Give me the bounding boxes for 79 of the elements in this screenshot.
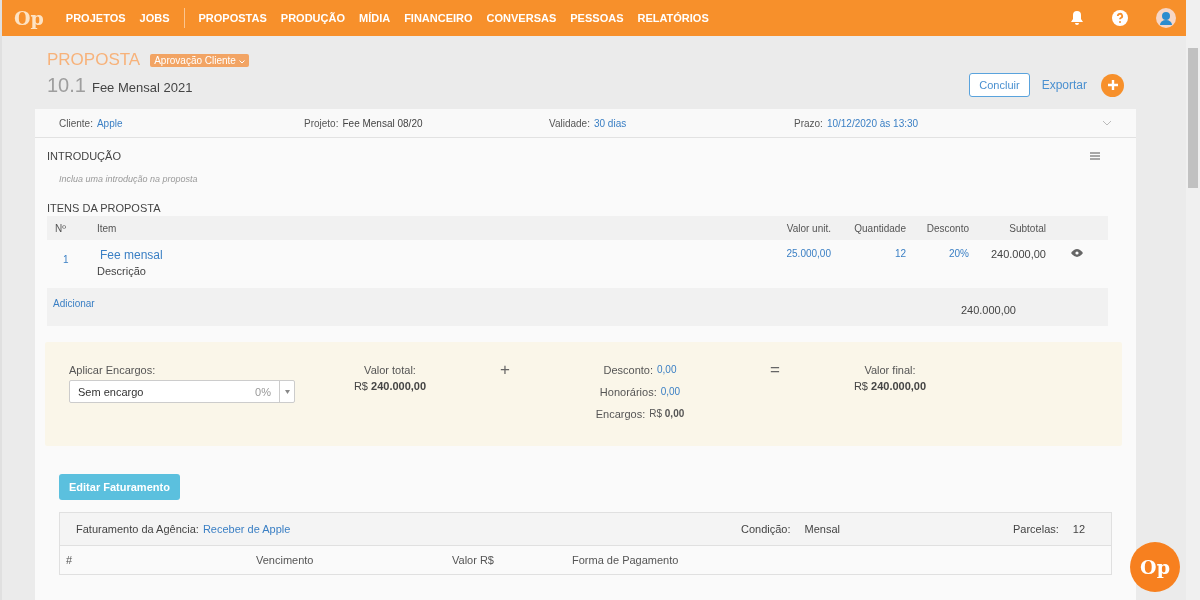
help-icon[interactable] [1112,10,1128,26]
info-value: Fee Mensal 08/20 [342,117,423,129]
info-value[interactable]: Apple [96,117,123,129]
eye-icon[interactable] [1071,249,1083,257]
section-title: PROPOSTA [47,50,141,70]
menu-icon[interactable] [1090,152,1100,160]
scrollbar[interactable] [1186,0,1200,600]
conclude-button[interactable]: Concluir [969,73,1030,97]
nav-link[interactable]: CONVERSAS [486,12,557,24]
column-header: Subtotal [1008,222,1046,234]
equals-sign: = [769,360,781,380]
info-value[interactable]: 10/12/2020 às 13:30 [826,117,919,129]
adjustment-value[interactable]: 0,00 [660,386,681,398]
installments-label: Parcelas: [1013,523,1059,535]
column-header: Item [97,222,118,234]
adjustment-label: Honorários: [599,386,657,398]
billing-label: Faturamento da Agência: [76,523,199,535]
subtotal: 240.000,00 [989,248,1046,260]
plus-sign: + [499,360,511,380]
nav-link[interactable]: PESSOAS [570,12,624,24]
nav-link[interactable]: PROJETOS [65,12,126,24]
condition-value: Mensal [804,523,840,535]
condition-label: Condição: [741,523,791,535]
edit-billing-button[interactable]: Editar Faturamento [59,474,180,500]
billing-link[interactable]: Receber de Apple [202,523,291,535]
final-value: R$ 240.000,00 [853,380,927,392]
chat-logo-button[interactable]: Op [1130,542,1180,592]
items-total: 240.000,00 [960,304,1016,318]
introduction-field[interactable]: Inclua uma introdução na proposta [59,174,1122,184]
column-header: Desconto [925,222,969,234]
section-heading: INTRODUÇÃO [47,150,121,162]
nav-link[interactable]: FINANCEIRO [404,12,473,24]
info-label: Cliente: [59,117,93,129]
quantity[interactable]: 12 [831,248,906,259]
add-button[interactable] [1101,73,1124,97]
adjustment-label: Encargos: [595,408,646,420]
adjustment-value: R$ 0,00 [649,408,685,420]
info-label: Projeto: [304,117,339,129]
nav-link[interactable]: PRODUÇÃO [280,12,345,24]
chevron-down-icon[interactable] [1102,120,1112,126]
user-avatar-icon[interactable] [1156,8,1176,28]
charges-select[interactable]: Sem encargo 0% [69,380,295,403]
info-label: Prazo: [794,117,823,129]
final-label: Valor final: [864,364,916,376]
adjustment-value[interactable]: 0,00 [657,364,677,376]
column-header: # [66,554,74,566]
nav-link[interactable]: RELATÓRIOS [637,12,709,24]
adjustment-label: Desconto: [603,364,654,376]
unit-value[interactable]: 25.000,00 [751,248,831,259]
column-header: Vencimento [256,554,315,566]
status-dropdown[interactable]: Aprovação Cliente [150,53,249,67]
nav-link[interactable]: MÍDIA [358,12,391,24]
item-name-link[interactable]: Fee mensal [97,248,751,262]
proposal-title: Fee Mensal 2021 [91,80,193,95]
column-header: Quantidade [853,222,906,234]
row-number: 1 [62,253,70,265]
plus-icon [1107,80,1118,90]
total-label: Valor total: [364,364,416,376]
column-header: Valor unit. [785,222,831,234]
discount[interactable]: 20% [906,248,969,259]
item-description: Descrição [97,265,147,277]
export-link[interactable]: Exportar [1041,78,1087,92]
charges-label: Aplicar Encargos: [69,364,157,376]
notification-bell-icon[interactable] [1070,10,1084,26]
column-header: Valor R$ [452,554,495,566]
column-header: Forma de Pagamento [572,554,679,566]
caret-down-icon [284,389,290,394]
info-label: Validade: [549,117,590,129]
installments-value: 12 [1072,523,1086,535]
nav-link[interactable]: JOBS [139,12,170,24]
info-value[interactable]: 30 dias [593,117,627,129]
column-header: Nº [54,222,67,234]
section-heading: ITENS DA PROPOSTA [47,202,162,214]
nav-link[interactable]: PROPOSTAS [198,12,267,24]
chevron-down-icon [238,59,245,64]
add-item-link[interactable]: Adicionar [53,298,95,326]
app-logo[interactable]: Op [14,7,44,29]
proposal-number: 10.1 [47,74,86,97]
total-value: R$ 240.000,00 [353,380,427,392]
